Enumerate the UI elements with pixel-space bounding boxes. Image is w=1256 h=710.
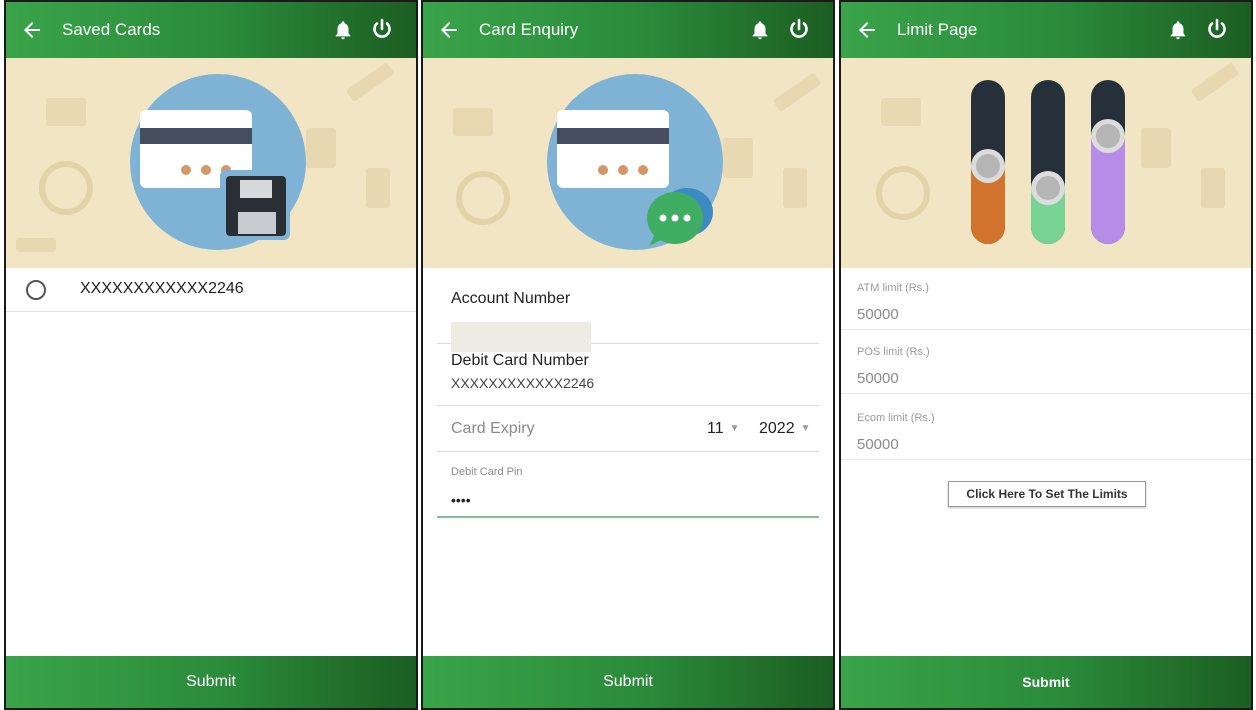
submit-button[interactable]: Submit xyxy=(6,656,416,708)
page-title: Limit Page xyxy=(897,20,978,39)
expiry-year-select[interactable]: 2022 ▼ xyxy=(759,420,811,438)
power-icon[interactable] xyxy=(1205,17,1229,41)
submit-button[interactable]: Submit xyxy=(841,656,1251,708)
page-title: Card Enquiry xyxy=(479,20,579,39)
saved-cards-screen: Saved Cards XXXXXXXXXXXX2246 Submit xyxy=(4,0,418,710)
saved-card-row[interactable]: XXXXXXXXXXXX2246 xyxy=(6,268,416,312)
account-number-label: Account Number xyxy=(451,290,571,307)
ecom-limit-value[interactable]: 50000 xyxy=(857,436,899,453)
pos-limit-field[interactable]: POS limit (Rs.) 50000 xyxy=(841,334,1251,394)
bell-icon[interactable] xyxy=(1167,18,1189,42)
card-number: XXXXXXXXXXXX2246 xyxy=(80,280,244,297)
app-bar: Limit Page xyxy=(841,2,1251,58)
debit-card-pin-field[interactable]: Debit Card Pin •••• xyxy=(437,452,819,518)
atm-limit-field[interactable]: ATM limit (Rs.) 50000 xyxy=(841,270,1251,330)
app-bar: Saved Cards xyxy=(6,2,416,58)
ecom-limit-label: Ecom limit (Rs.) xyxy=(857,412,935,424)
atm-limit-label: ATM limit (Rs.) xyxy=(857,282,929,294)
limit-page-screen: Limit Page ATM limit (Rs.) 50000 POS lim… xyxy=(839,0,1253,710)
submit-button[interactable]: Submit xyxy=(423,656,833,708)
banner-illustration xyxy=(453,73,821,250)
atm-limit-value[interactable]: 50000 xyxy=(857,306,899,323)
debit-card-number-label: Debit Card Number xyxy=(451,352,589,369)
expiry-month-value: 11 xyxy=(707,420,724,437)
set-limits-button[interactable]: Click Here To Set The Limits xyxy=(948,481,1146,507)
ecom-limit-field[interactable]: Ecom limit (Rs.) 50000 xyxy=(841,400,1251,460)
saved-cards-banner xyxy=(6,58,416,268)
card-radio-button[interactable] xyxy=(26,280,46,300)
expiry-year-value: 2022 xyxy=(759,420,795,437)
power-icon[interactable] xyxy=(787,17,811,41)
power-icon[interactable] xyxy=(370,17,394,41)
card-enquiry-banner xyxy=(423,58,833,268)
pos-limit-value[interactable]: 50000 xyxy=(857,370,899,387)
bell-icon[interactable] xyxy=(749,18,771,42)
limit-page-banner xyxy=(841,58,1251,268)
debit-card-number-value: XXXXXXXXXXXX2246 xyxy=(451,375,595,391)
expiry-month-select[interactable]: 11 ▼ xyxy=(707,420,740,438)
back-arrow-icon[interactable] xyxy=(20,18,44,42)
page-title: Saved Cards xyxy=(62,20,161,39)
card-expiry-field: Card Expiry 11 ▼ 2022 ▼ xyxy=(437,406,819,452)
bell-icon[interactable] xyxy=(332,18,354,42)
chevron-down-icon: ▼ xyxy=(729,423,740,435)
back-arrow-icon[interactable] xyxy=(437,18,461,42)
pos-limit-label: POS limit (Rs.) xyxy=(857,346,930,358)
debit-card-number-field: Debit Card Number XXXXXXXXXXXX2246 xyxy=(437,344,819,406)
chevron-down-icon: ▼ xyxy=(800,423,811,435)
sliders-illustration xyxy=(876,63,1239,244)
debit-card-pin-label: Debit Card Pin xyxy=(451,466,523,478)
banner-illustration xyxy=(16,63,394,252)
card-expiry-label: Card Expiry xyxy=(451,420,535,437)
back-arrow-icon[interactable] xyxy=(855,18,879,42)
app-bar: Card Enquiry xyxy=(423,2,833,58)
account-number-field[interactable]: Account Number xyxy=(437,282,819,352)
card-enquiry-screen: Card Enquiry Account Number Debit Card N… xyxy=(421,0,835,710)
debit-card-pin-input[interactable]: •••• xyxy=(451,492,471,508)
